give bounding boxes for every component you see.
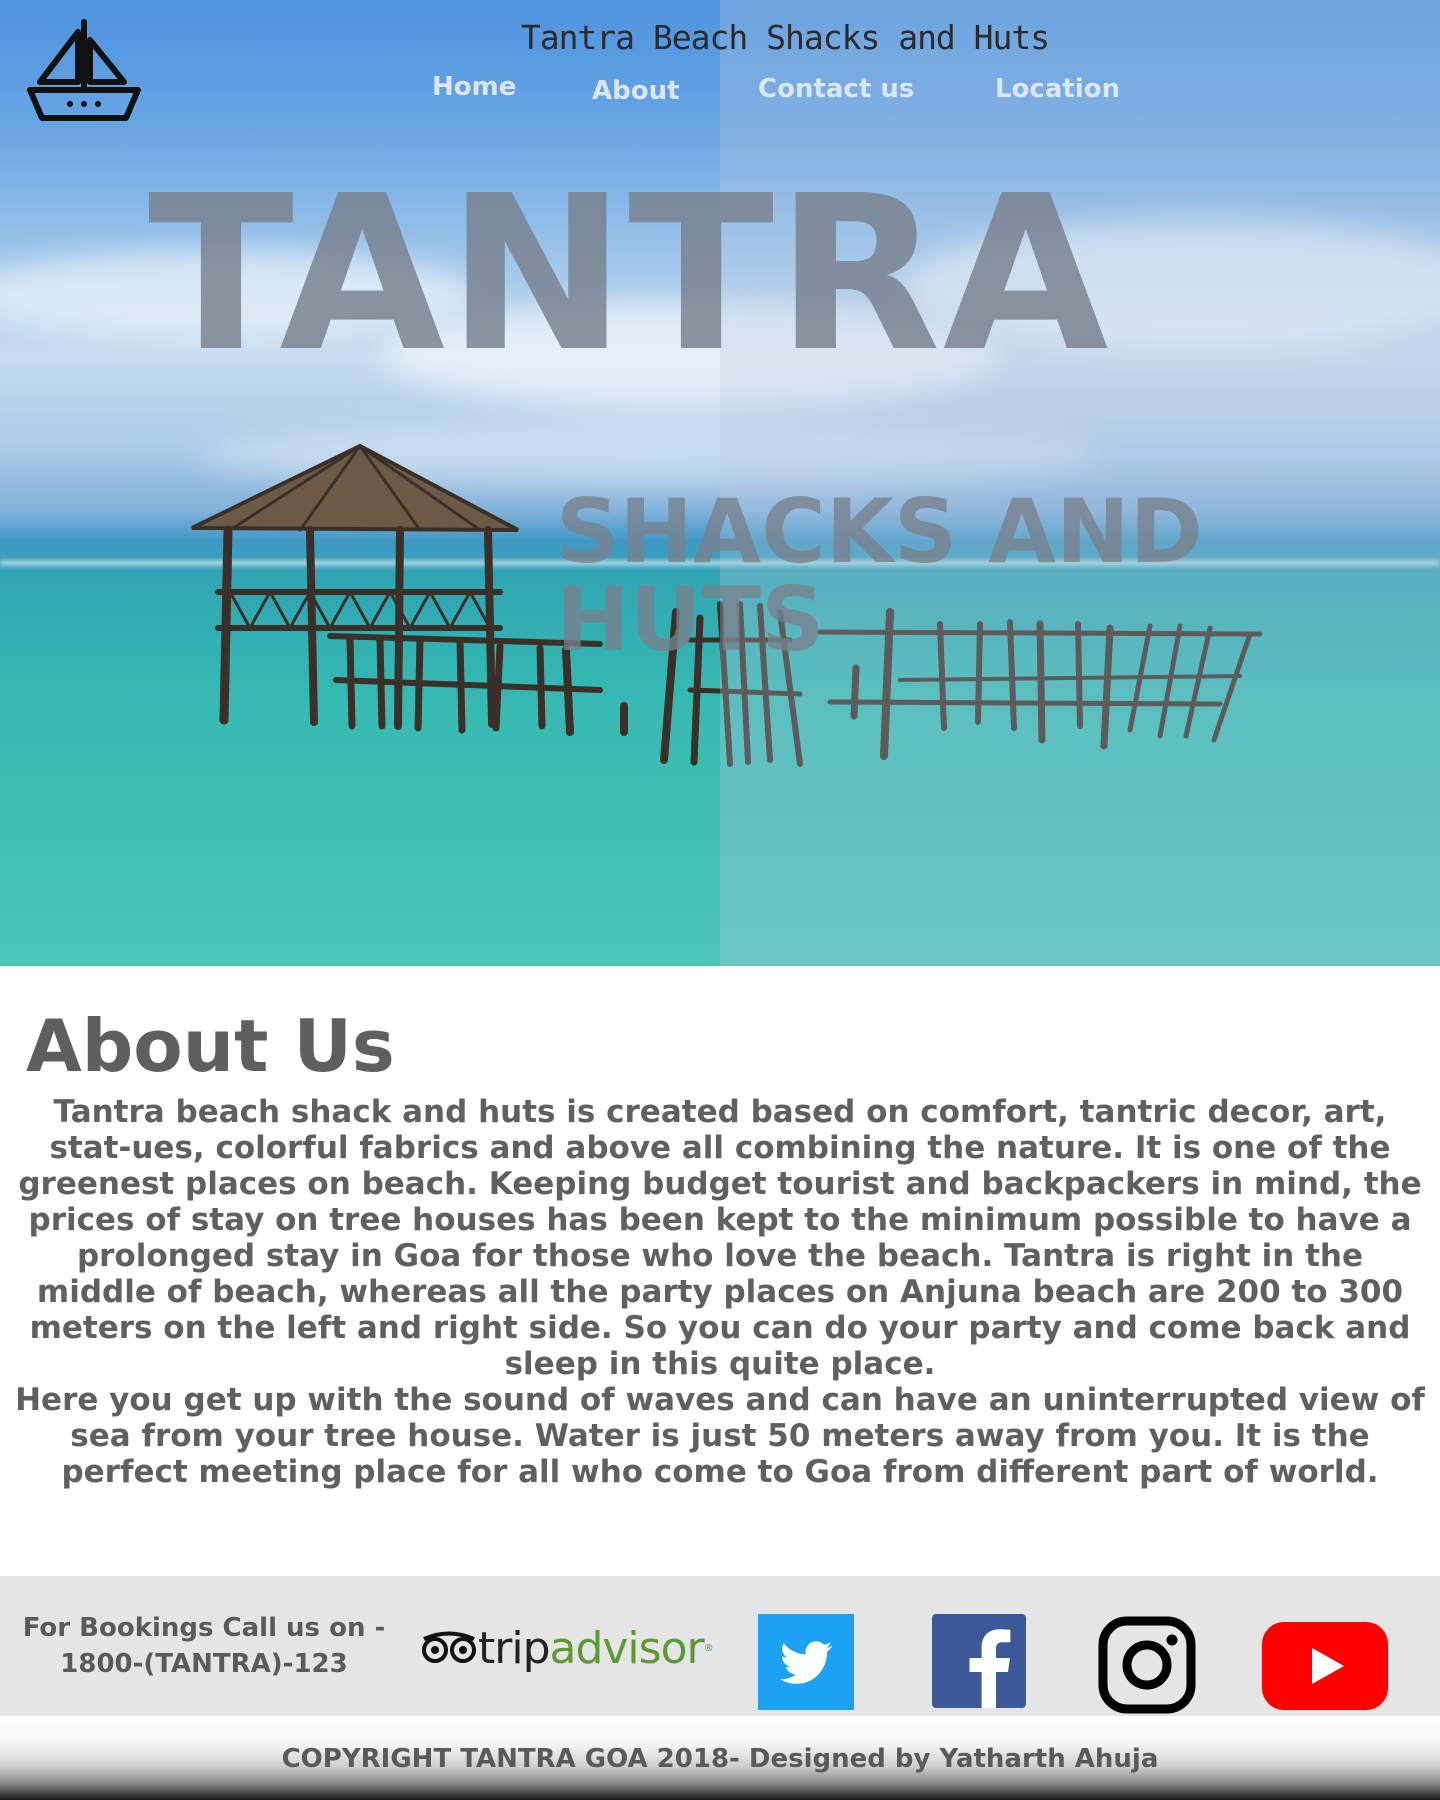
nav-location-link[interactable]: Location <box>995 74 1120 104</box>
main-nav: Home About Contact us Location <box>0 72 1440 112</box>
instagram-icon[interactable] <box>1098 1616 1196 1714</box>
twitter-icon[interactable] <box>758 1614 854 1710</box>
footer-bar: For Bookings Call us on - 1800-(TANTRA)-… <box>0 1576 1440 1716</box>
copyright-bar: COPYRIGHT TANTRA GOA 2018- Designed by Y… <box>0 1716 1440 1800</box>
tripadvisor-registered-mark: ® <box>703 1642 714 1654</box>
nav-home-link[interactable]: Home <box>432 72 516 102</box>
hero-banner: Tantra Beach Shacks and Huts Home About … <box>0 0 1440 966</box>
youtube-icon[interactable] <box>1262 1622 1388 1710</box>
facebook-icon[interactable] <box>932 1614 1026 1708</box>
hero-subheadline: SHACKS AND HUTS <box>556 480 1203 671</box>
booking-label: For Bookings Call us on - <box>22 1613 386 1643</box>
about-title: About Us <box>26 1004 395 1088</box>
hero-headline: TANTRA <box>148 150 1111 399</box>
tripadvisor-owl-icon <box>422 1631 476 1663</box>
about-paragraph-1: Tantra beach shack and huts is created b… <box>18 1094 1422 1382</box>
tripadvisor-word-trip: trip <box>478 1622 550 1674</box>
site-title: Tantra Beach Shacks and Huts <box>520 18 1050 57</box>
copyright-text: COPYRIGHT TANTRA GOA 2018- Designed by Y… <box>281 1744 1159 1774</box>
nav-about-link[interactable]: About <box>592 76 680 106</box>
about-paragraph-2: Here you get up with the sound of waves … <box>15 1382 1425 1490</box>
booking-contact: For Bookings Call us on - 1800-(TANTRA)-… <box>12 1610 396 1682</box>
booking-phone[interactable]: 1800-(TANTRA)-123 <box>12 1646 396 1682</box>
tripadvisor-link[interactable]: trip advisor ® <box>420 1620 714 1676</box>
about-body: Tantra beach shack and huts is created b… <box>14 1094 1426 1490</box>
tripadvisor-word-advisor: advisor <box>549 1622 705 1674</box>
nav-contact-link[interactable]: Contact us <box>758 74 914 104</box>
